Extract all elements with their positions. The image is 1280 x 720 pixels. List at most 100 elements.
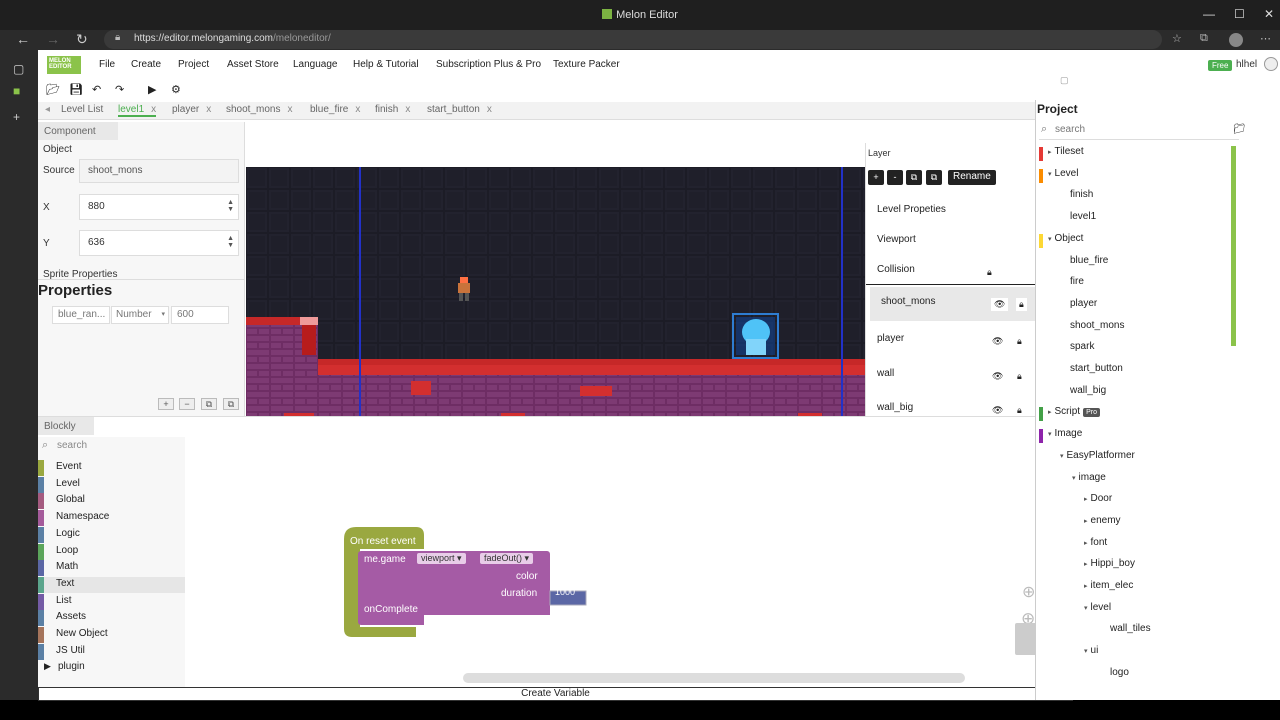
lock-icon[interactable]: 🔒︎ [1017, 405, 1022, 416]
create-variable-button[interactable]: Create Variable [38, 687, 1073, 701]
new-tab-icon[interactable]: + [13, 110, 20, 124]
menu-help[interactable]: Help & Tutorial [353, 59, 419, 70]
remove-layer-button[interactable]: - [887, 170, 903, 185]
horizontal-scrollbar[interactable] [463, 673, 965, 683]
lock-icon[interactable]: 🔒︎ [1017, 371, 1022, 382]
chevron-down-icon[interactable]: ▾ [1048, 431, 1052, 438]
tabs-icon[interactable]: ▢ [13, 62, 24, 76]
level-canvas[interactable] [246, 143, 865, 418]
tree-node-player[interactable]: player [1070, 298, 1097, 309]
chevron-right-icon[interactable]: ▸ [1048, 149, 1052, 156]
folder-icon[interactable]: 📁︎ [1233, 124, 1246, 135]
minimize-button[interactable]: — [1203, 7, 1215, 21]
tree-node-object[interactable]: ▾ Object [1048, 233, 1083, 244]
tree-node-script[interactable]: ▸ Script Pro [1048, 406, 1100, 418]
tree-node-image[interactable]: ▾ image [1072, 472, 1106, 483]
tab-start-button[interactable]: start_button x [427, 104, 492, 115]
eye-icon[interactable]: 👁︎ [992, 405, 1003, 416]
chevron-right-icon[interactable]: ▸ [1084, 518, 1088, 525]
chevron-down-icon[interactable]: ▾ [1060, 453, 1064, 460]
tree-node-image[interactable]: ▾ Image [1048, 428, 1082, 439]
menu-create[interactable]: Create [131, 59, 161, 70]
category-list[interactable]: List [38, 593, 185, 610]
category-namespace[interactable]: Namespace [38, 510, 185, 527]
lock-icon[interactable]: 🔒︎ [1017, 336, 1022, 347]
category-js-util[interactable]: JS Util [38, 643, 185, 660]
chevron-right-icon[interactable]: ▸ [1084, 583, 1088, 590]
category-event[interactable]: Event [38, 460, 185, 476]
remove-property-icon[interactable]: − [179, 398, 195, 410]
favorites-icon[interactable]: ☆ [1172, 32, 1182, 45]
tree-node-level[interactable]: ▾ Level [1048, 168, 1078, 179]
y-input[interactable]: 636 ▲ ▼ [79, 230, 239, 256]
tree-node-shoot-mons[interactable]: shoot_mons [1070, 320, 1124, 331]
menu-file[interactable]: File [99, 59, 115, 70]
add-property-icon[interactable]: + [158, 398, 174, 410]
tab-close-icon[interactable]: x [287, 104, 292, 115]
menu-language[interactable]: Language [293, 59, 338, 70]
category-assets[interactable]: Assets [38, 610, 185, 627]
tree-node-tileset[interactable]: ▸ Tileset [1048, 146, 1084, 157]
collections-icon[interactable]: ⧉ [1200, 32, 1208, 45]
open-folder-icon[interactable]: 📂︎ [46, 83, 60, 96]
component-header[interactable]: Component [38, 122, 118, 140]
tree-node-spark[interactable]: spark [1070, 341, 1094, 352]
lock-icon[interactable]: 🔒︎ [987, 267, 992, 278]
project-search[interactable]: ⌕ search 📁︎ [1039, 123, 1246, 140]
tree-node-blue-fire[interactable]: blue_fire [1070, 255, 1108, 266]
maximize-button[interactable]: ☐ [1234, 7, 1245, 21]
recenter-icon[interactable]: ⊕ [1022, 582, 1035, 602]
tree-node-font[interactable]: ▸ font [1084, 537, 1107, 548]
oncomplete-slot[interactable] [424, 615, 550, 625]
tab-close-icon[interactable]: x [487, 104, 492, 115]
chevron-right-icon[interactable]: ▸ [1048, 409, 1052, 416]
redo-icon[interactable]: ↷ [115, 83, 124, 96]
eye-icon[interactable]: 👁︎ [991, 298, 1009, 311]
copy-property-icon[interactable]: ⧉ [201, 398, 217, 410]
property-name-field[interactable]: blue_ran... [52, 306, 110, 324]
tree-node-finish[interactable]: finish [1070, 189, 1093, 200]
play-icon[interactable]: ▶ [148, 83, 156, 96]
settings-icon[interactable]: ⚙ [171, 83, 181, 96]
chevron-down-icon[interactable]: ▾ [1048, 236, 1052, 243]
chevron-down-icon[interactable]: ▾ [1084, 648, 1088, 655]
x-input[interactable]: 880 ▲ ▼ [79, 194, 239, 220]
save-icon[interactable]: 💾︎ [69, 83, 83, 96]
chevron-right-icon[interactable]: ▸ [1084, 540, 1088, 547]
category-level[interactable]: Level [38, 476, 185, 493]
tab-close-icon[interactable]: x [151, 104, 156, 115]
toolbox-search[interactable]: ⌕ search [42, 439, 182, 456]
back-icon[interactable]: ← [16, 31, 30, 47]
tab-blue-fire[interactable]: blue_fire x [310, 104, 360, 115]
eye-icon[interactable]: 👁︎ [992, 371, 1003, 382]
chevron-down-icon[interactable]: ▾ [1084, 605, 1088, 612]
undo-icon[interactable]: ↶ [92, 83, 101, 96]
tab-shoot-mons[interactable]: shoot_mons x [226, 104, 292, 115]
tab-level-list[interactable]: Level List [61, 104, 103, 115]
y-stepper-icon[interactable]: ▲ ▼ [227, 235, 234, 249]
tab-level1[interactable]: level1 x [118, 104, 157, 117]
refresh-icon[interactable]: ↻ [76, 31, 88, 48]
tree-node-start-button[interactable]: start_button [1070, 363, 1123, 374]
category-math[interactable]: Math [38, 560, 185, 577]
avatar[interactable] [1264, 57, 1278, 71]
tab-finish[interactable]: finish x [375, 104, 410, 115]
duplicate-layer-button[interactable]: ⧉ [906, 170, 922, 185]
blockly-header[interactable]: Blockly [38, 417, 94, 435]
app-tab-icon[interactable]: ■ [13, 84, 20, 98]
tree-node-item-elec[interactable]: ▸ item_elec [1084, 580, 1133, 591]
tree-scrollbar[interactable] [1231, 146, 1236, 346]
tree-node-ui[interactable]: ▾ ui [1084, 645, 1098, 656]
panel-expand-icon[interactable]: ▢ [1060, 75, 1069, 86]
tree-node-easyplatformer[interactable]: ▾ EasyPlatformer [1060, 450, 1135, 461]
tab-player[interactable]: player x [172, 104, 211, 115]
category-logic[interactable]: Logic [38, 526, 185, 543]
method-dropdown[interactable]: fadeOut() ▾ [480, 553, 534, 564]
rename-button[interactable]: Rename [948, 170, 996, 185]
game-scene[interactable] [246, 167, 865, 418]
category-global[interactable]: Global [38, 493, 185, 510]
tree-node-level1[interactable]: level1 [1070, 211, 1096, 222]
tree-node-enemy[interactable]: ▸ enemy [1084, 515, 1121, 526]
more-icon[interactable]: ⋯ [1260, 32, 1271, 45]
viewport-dropdown[interactable]: viewport ▾ [417, 553, 466, 564]
